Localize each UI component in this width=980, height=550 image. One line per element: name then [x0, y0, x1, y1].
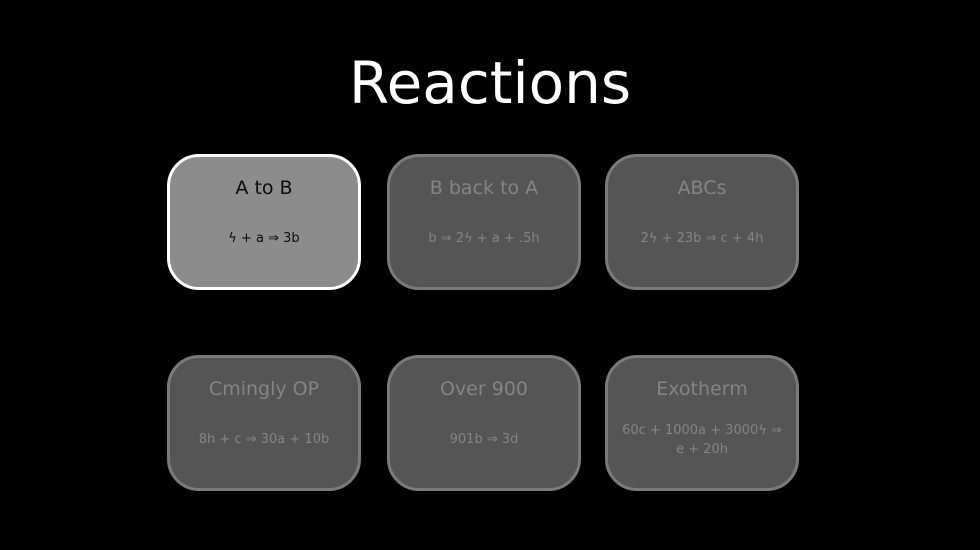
reaction-card-a-to-b[interactable]: A to B ϟ + a ⇒ 3b — [167, 154, 361, 290]
reaction-equation: 901b ⇒ 3d — [449, 432, 519, 447]
reaction-card-abcs[interactable]: ABCs 2ϟ + 23b ⇒ c + 4h — [605, 154, 799, 290]
page-title: Reactions — [348, 49, 632, 117]
reaction-name: Over 900 — [439, 378, 528, 400]
reaction-card-cmingly-op[interactable]: Cmingly OP 8h + c ⇒ 30a + 10b — [167, 355, 361, 491]
reaction-equation: 8h + c ⇒ 30a + 10b — [198, 432, 330, 447]
reaction-name: A to B — [235, 177, 293, 199]
reaction-card-exotherm[interactable]: Exotherm 60c + 1000a + 3000ϟ ⇒ e + 20h — [605, 355, 799, 491]
reaction-name: ABCs — [677, 177, 727, 199]
reaction-card-over-900[interactable]: Over 900 901b ⇒ 3d — [387, 355, 581, 491]
reaction-name: B back to A — [429, 177, 539, 199]
reaction-name: Cmingly OP — [208, 378, 320, 400]
reactions-screen: Reactions A to B ϟ + a ⇒ 3b B back to A … — [0, 0, 980, 550]
reaction-equation: 60c + 1000a + 3000ϟ ⇒ e + 20h — [622, 423, 782, 457]
reaction-equation: ϟ + a ⇒ 3b — [228, 231, 300, 246]
reaction-equation: b ⇒ 2ϟ + a + .5h — [428, 231, 540, 246]
reaction-name: Exotherm — [656, 378, 748, 400]
reaction-card-b-back-to-a[interactable]: B back to A b ⇒ 2ϟ + a + .5h — [387, 154, 581, 290]
reaction-equation: 2ϟ + 23b ⇒ c + 4h — [640, 231, 764, 246]
